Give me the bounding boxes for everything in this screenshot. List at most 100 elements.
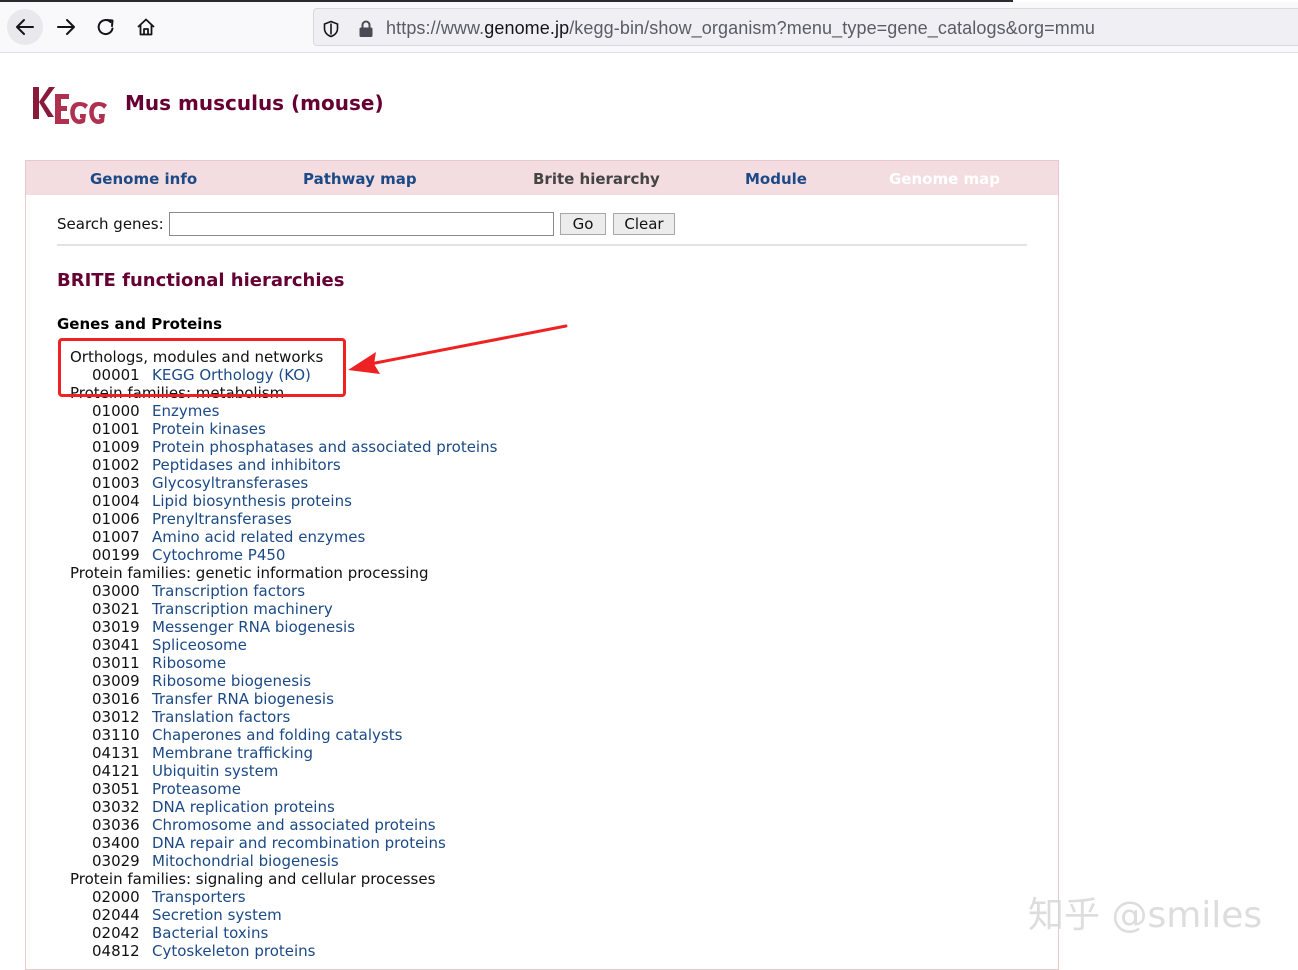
search-genes-input[interactable]	[169, 212, 554, 236]
menu-tabbar: Genome info Pathway map Brite hierarchy …	[26, 161, 1058, 195]
brite-code: 02044	[92, 906, 140, 924]
brite-link[interactable]: Bacterial toxins	[152, 924, 268, 942]
clear-button[interactable]: Clear	[613, 213, 675, 235]
brite-entry: 03051 Proteasome	[0, 780, 1060, 798]
brite-code: 01004	[92, 492, 140, 510]
brite-link[interactable]: Enzymes	[152, 402, 219, 420]
brite-entry: 01006 Prenyltransferases	[0, 510, 1060, 528]
tab-module[interactable]: Module	[745, 170, 807, 188]
kegg-logo[interactable]	[31, 84, 109, 138]
active-tab-edge	[1013, 0, 1298, 2]
brite-link[interactable]: Transfer RNA biogenesis	[152, 690, 334, 708]
brite-link[interactable]: Secretion system	[152, 906, 282, 924]
brite-link[interactable]: Glycosyltransferases	[152, 474, 308, 492]
brite-code: 02042	[92, 924, 140, 942]
brite-link[interactable]: Transcription factors	[152, 582, 305, 600]
forward-button[interactable]	[48, 9, 84, 45]
brite-code: 03400	[92, 834, 140, 852]
tab-brite-hierarchy: Brite hierarchy	[533, 170, 660, 188]
brite-code: 04812	[92, 942, 140, 960]
home-icon	[137, 18, 155, 36]
browser-toolbar: https://www.genome.jp/kegg-bin/show_orga…	[0, 0, 1298, 53]
brite-code: 03036	[92, 816, 140, 834]
brite-link[interactable]: Proteasome	[152, 780, 241, 798]
brite-link[interactable]: Translation factors	[152, 708, 290, 726]
tab-pathway-map[interactable]: Pathway map	[303, 170, 417, 188]
brite-link[interactable]: Messenger RNA biogenesis	[152, 618, 355, 636]
brite-entry: 03000 Transcription factors	[0, 582, 1060, 600]
brite-entry: 01001 Protein kinases	[0, 420, 1060, 438]
brite-entry: 01003 Glycosyltransferases	[0, 474, 1060, 492]
brite-link[interactable]: Ribosome biogenesis	[152, 672, 311, 690]
brite-link[interactable]: Cytoskeleton proteins	[152, 942, 315, 960]
brite-entry: 03021 Transcription machinery	[0, 600, 1060, 618]
brite-code: 03000	[92, 582, 140, 600]
section-title: BRITE functional hierarchies	[57, 270, 345, 291]
brite-link[interactable]: Prenyltransferases	[152, 510, 292, 528]
brite-entry: 03032 DNA replication proteins	[0, 798, 1060, 816]
reload-icon	[97, 19, 114, 35]
brite-link[interactable]: Transcription machinery	[152, 600, 333, 618]
brite-link[interactable]: Transporters	[152, 888, 246, 906]
category-heading: Protein families: genetic information pr…	[70, 564, 429, 582]
brite-code: 03029	[92, 852, 140, 870]
brite-entry: 03400 DNA repair and recombination protei…	[0, 834, 1060, 852]
brite-link[interactable]: DNA replication proteins	[152, 798, 335, 816]
brite-link[interactable]: Ribosome	[152, 654, 226, 672]
brite-link[interactable]: Peptidases and inhibitors	[152, 456, 341, 474]
brite-link[interactable]: Membrane trafficking	[152, 744, 313, 762]
url-host: genome.jp	[484, 18, 570, 38]
brite-link[interactable]: Protein kinases	[152, 420, 266, 438]
home-button[interactable]	[128, 9, 164, 45]
tab-genome-info[interactable]: Genome info	[90, 170, 197, 188]
brite-entry: 01009 Protein phosphatases and associated…	[0, 438, 1060, 456]
brite-code: 03051	[92, 780, 140, 798]
brite-code: 03032	[92, 798, 140, 816]
brite-entry: 04131 Membrane trafficking	[0, 744, 1060, 762]
brite-link[interactable]: Cytochrome P450	[152, 546, 285, 564]
brite-code: 03019	[92, 618, 140, 636]
watermark: 知乎 @smiles	[1028, 895, 1263, 936]
brite-entry: 03036 Chromosome and associated proteins	[0, 816, 1060, 834]
brite-link[interactable]: DNA repair and recombination proteins	[152, 834, 446, 852]
brite-link[interactable]: Chromosome and associated proteins	[152, 816, 436, 834]
url-text[interactable]: https://www.genome.jp/kegg-bin/show_orga…	[386, 18, 1095, 39]
brite-link[interactable]: Chaperones and folding catalysts	[152, 726, 402, 744]
brite-code: 03012	[92, 708, 140, 726]
brite-code: 04121	[92, 762, 140, 780]
brite-entry: 01004 Lipid biosynthesis proteins	[0, 492, 1060, 510]
brite-link[interactable]: Amino acid related enzymes	[152, 528, 365, 546]
back-button[interactable]	[7, 9, 43, 45]
reload-button[interactable]	[88, 9, 124, 45]
shield-icon[interactable]	[322, 20, 340, 38]
address-bar[interactable]: https://www.genome.jp/kegg-bin/show_orga…	[313, 8, 1298, 46]
brite-entry: 04121 Ubiquitin system	[0, 762, 1060, 780]
brite-link[interactable]: Lipid biosynthesis proteins	[152, 492, 352, 510]
brite-code: 03011	[92, 654, 140, 672]
go-button[interactable]: Go	[560, 213, 606, 235]
organism-title: Mus musculus (mouse)	[125, 91, 384, 115]
brite-code: 00199	[92, 546, 140, 564]
brite-entry: 02044 Secretion system	[0, 906, 1060, 924]
brite-link[interactable]: Mitochondrial biogenesis	[152, 852, 339, 870]
search-genes-label: Search genes:	[57, 215, 164, 233]
brite-code: 01000	[92, 402, 140, 420]
category-heading: Protein families: signaling and cellular…	[70, 870, 436, 888]
brite-entry: 02000 Transporters	[0, 888, 1060, 906]
brite-code: 01009	[92, 438, 140, 456]
brite-entry: 03011 Ribosome	[0, 654, 1060, 672]
url-path: /kegg-bin/show_organism?menu_type=gene_c…	[569, 18, 1096, 38]
arrow-left-icon	[16, 19, 34, 35]
brite-link[interactable]: Ubiquitin system	[152, 762, 278, 780]
brite-entry: 02042 Bacterial toxins	[0, 924, 1060, 942]
brite-code: 01006	[92, 510, 140, 528]
brite-code: 03110	[92, 726, 140, 744]
brite-code: 02000	[92, 888, 140, 906]
brite-entry: 00199 Cytochrome P450	[0, 546, 1060, 564]
lock-icon[interactable]	[358, 20, 374, 38]
brite-link[interactable]: Spliceosome	[152, 636, 247, 654]
brite-link[interactable]: Protein phosphatases and associated prot…	[152, 438, 497, 456]
url-prefix: https://www.	[386, 18, 485, 38]
divider	[57, 244, 1027, 246]
brite-entry: 03009 Ribosome biogenesis	[0, 672, 1060, 690]
